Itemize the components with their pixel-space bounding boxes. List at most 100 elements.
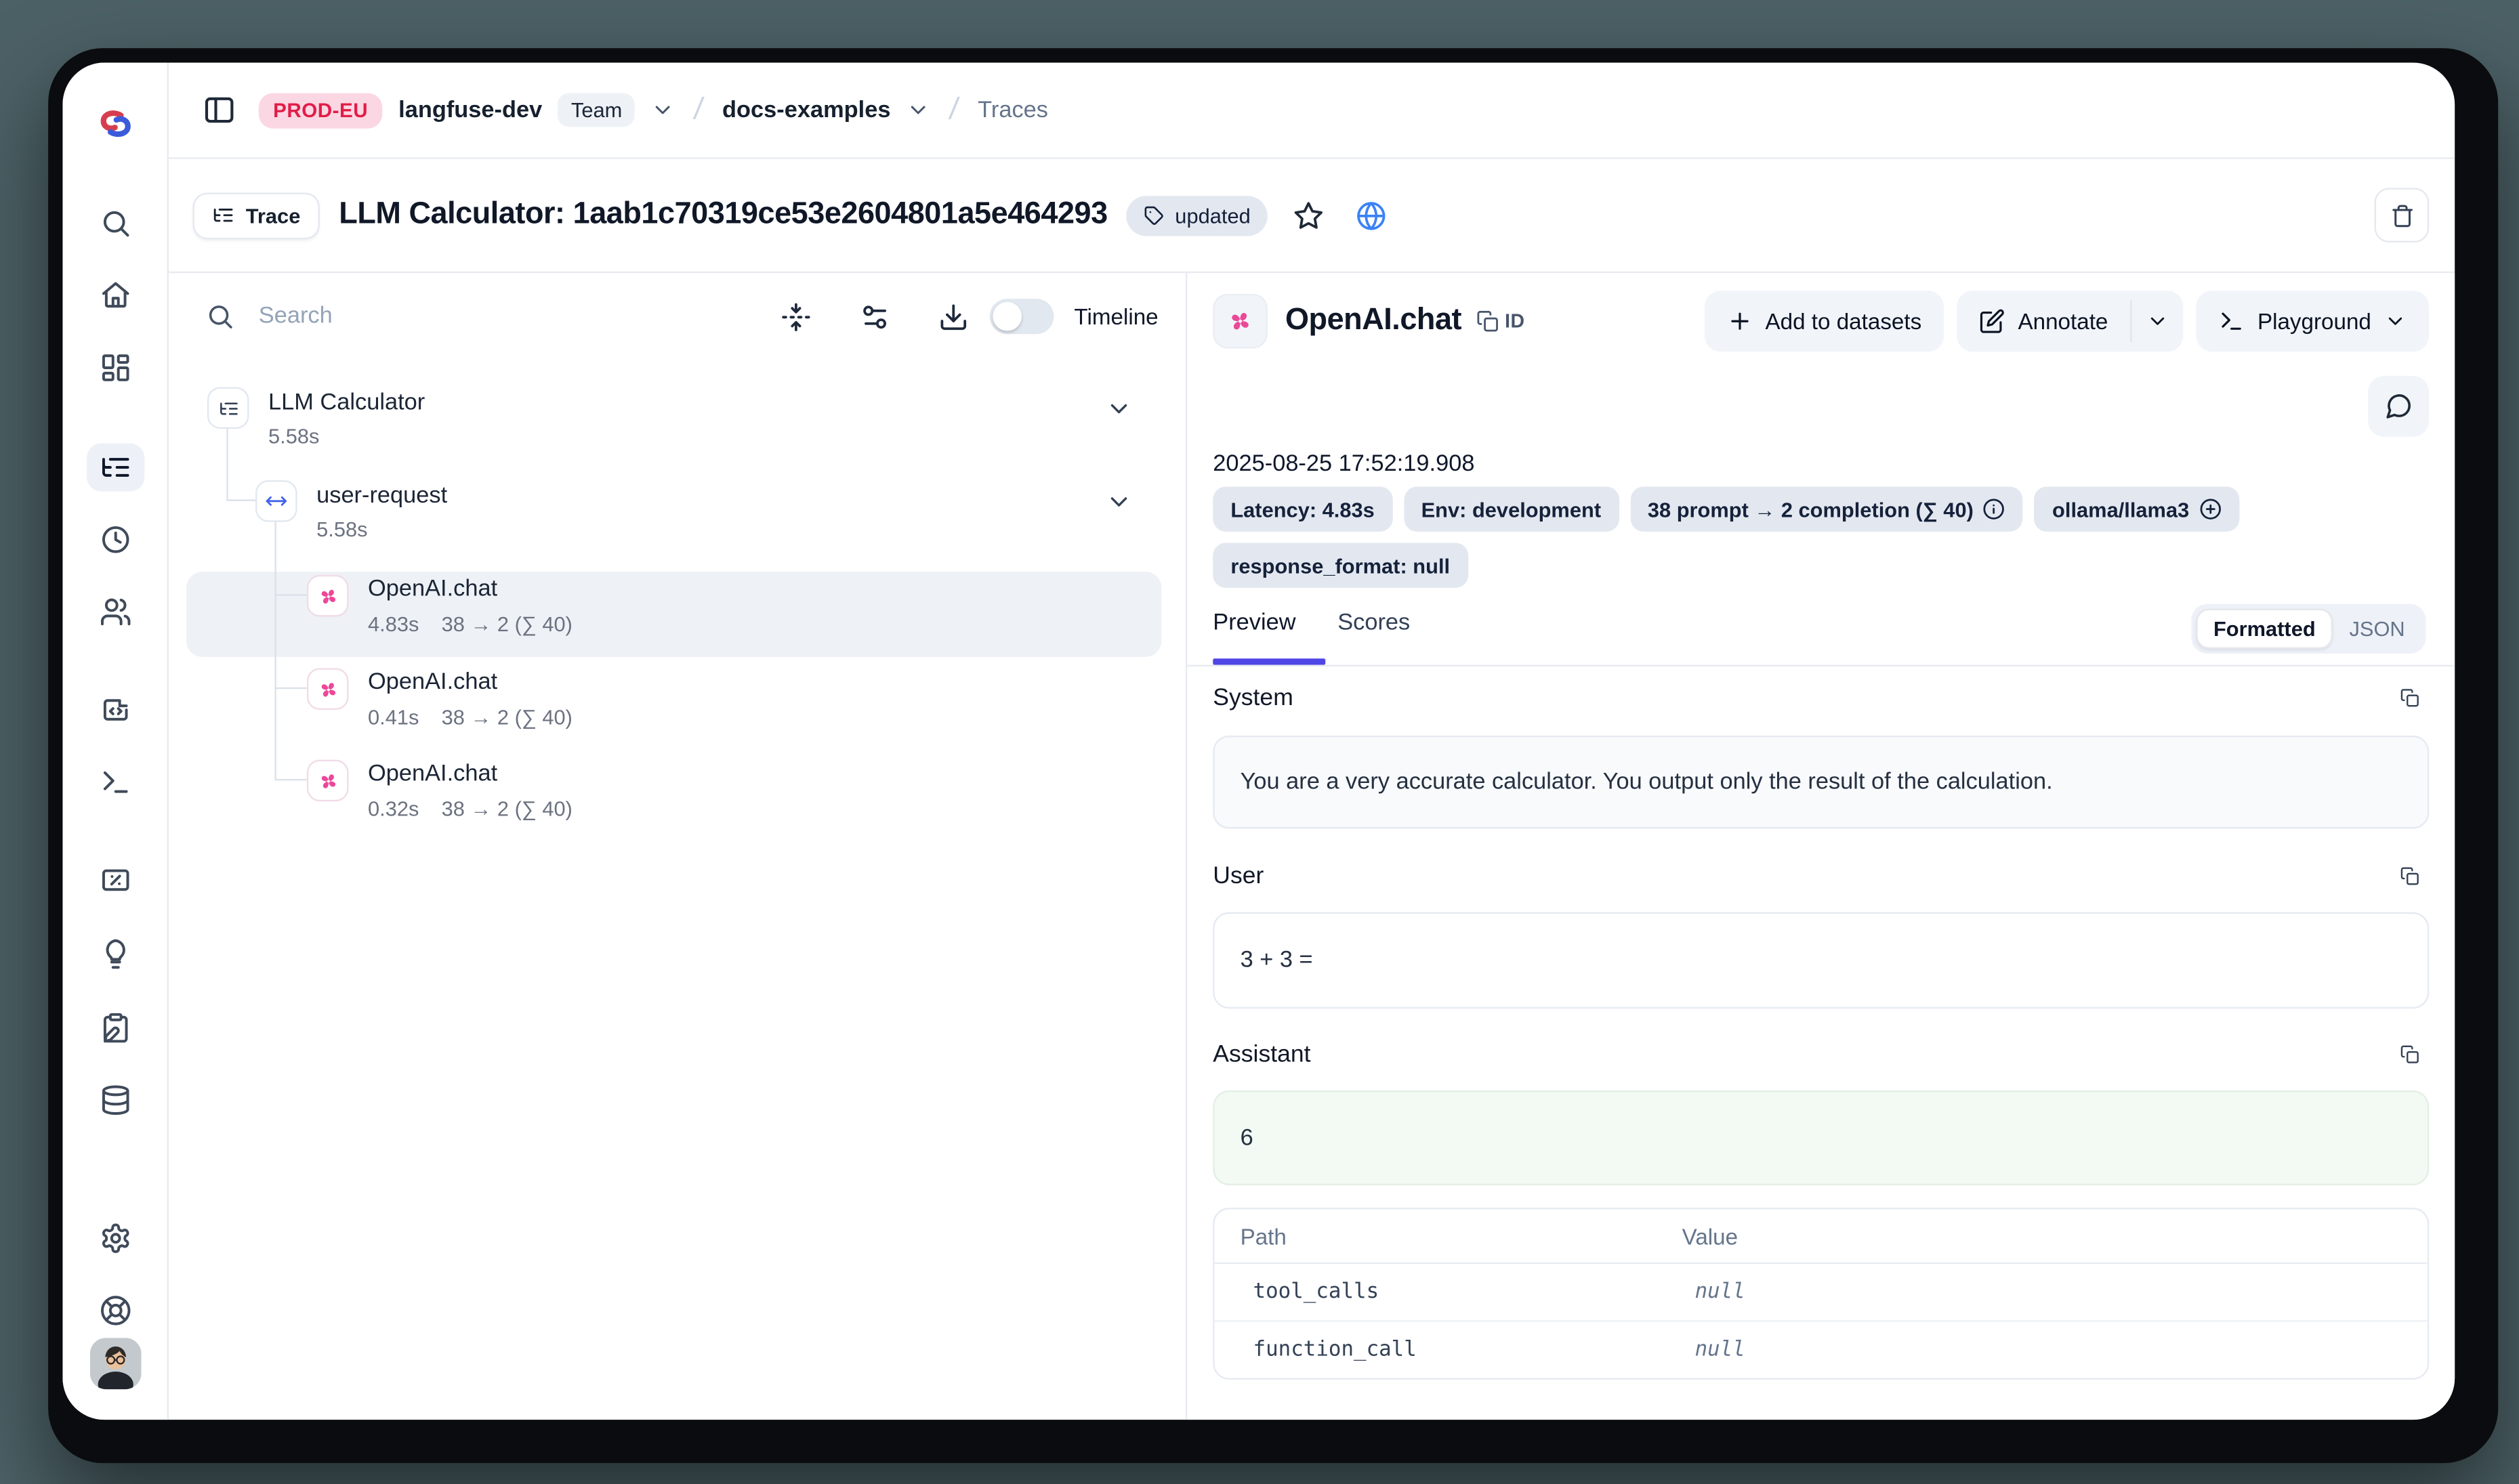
org-type-chip: Team [558, 93, 635, 127]
comments-button[interactable] [2368, 376, 2429, 437]
app-window: PROD-EU langfuse-dev Team / docs-example… [48, 48, 2498, 1463]
panel-left-icon [203, 93, 236, 127]
env-badge: Env: development [1404, 486, 1619, 531]
playground-label: Playground [2257, 308, 2371, 334]
assistant-message-box: 6 [1213, 1090, 2429, 1185]
playground-button[interactable]: Playground [2197, 291, 2429, 352]
table-row: function_call null [1215, 1320, 2428, 1378]
generation-chip [307, 760, 349, 802]
copy-system-button[interactable] [2390, 678, 2429, 717]
env-badge[interactable]: PROD-EU [259, 92, 383, 127]
breadcrumb-section[interactable]: Traces [978, 97, 1048, 123]
trace-title-bar: Trace LLM Calculator: 1aab1c70319ce53e26… [167, 159, 2455, 273]
tree-row-trace[interactable]: LLM Calculator 5.58s [167, 387, 1186, 461]
copy-user-button[interactable] [2390, 856, 2429, 895]
sessions-clock-icon[interactable] [99, 524, 131, 555]
tabs-divider [1187, 665, 2455, 666]
table-header-row: Path Value [1215, 1210, 2428, 1265]
tab-preview[interactable]: Preview [1213, 610, 1295, 636]
copy-icon [2400, 685, 2419, 709]
json-option[interactable]: JSON [2333, 610, 2421, 648]
public-share-button[interactable] [1350, 194, 1394, 237]
system-message-text: You are a very accurate calculator. You … [1241, 769, 2053, 795]
settings-gear-icon[interactable] [99, 1222, 131, 1254]
bookmark-star-button[interactable] [1287, 194, 1331, 237]
formatted-option[interactable]: Formatted [2196, 609, 2333, 649]
chevron-down-icon[interactable] [907, 98, 931, 123]
observation-actions: Add to datasets Annotate [1704, 291, 2429, 352]
tree-item-metrics: 0.41s38 → 2 (∑ 40) [368, 705, 572, 729]
sidebar-toggle-button[interactable] [196, 87, 243, 133]
column-header-path: Path [1215, 1223, 1682, 1249]
tree-row-generation[interactable]: OpenAI.chat 0.41s38 → 2 (∑ 40) [167, 665, 1186, 750]
object-type-chip: Trace [193, 192, 320, 238]
avatar[interactable] [89, 1338, 141, 1389]
token-usage-badge[interactable]: 38 prompt → 2 completion (∑ 40) [1630, 486, 2024, 531]
copy-id-button[interactable]: ID [1476, 310, 1524, 333]
tree-settings-icon[interactable] [859, 301, 890, 332]
arrows-horizontal-icon [265, 490, 287, 512]
langfuse-logo-icon [94, 103, 136, 153]
tree-row-span[interactable]: user-request 5.58s [167, 480, 1186, 554]
comment-bubble-icon [2384, 392, 2413, 421]
tree-item-label: OpenAI.chat [368, 670, 497, 696]
tree-item-metrics: 5.58s [316, 517, 367, 542]
download-icon[interactable] [938, 301, 968, 332]
search-icon [206, 302, 235, 331]
model-badge[interactable]: ollama/llama3 [2035, 486, 2239, 531]
token-usage: 38 → 2 (∑ 40) [442, 797, 572, 821]
section-label-system: System [1213, 684, 1293, 711]
evaluation-percent-icon[interactable] [99, 864, 131, 896]
user-message-box: 3 + 3 = [1213, 912, 2429, 1009]
annotation-clipboard-pen-icon[interactable] [99, 1012, 131, 1044]
tag-chip[interactable]: updated [1127, 195, 1268, 235]
plus-icon [1727, 308, 1753, 334]
system-message-box: You are a very accurate calculator. You … [1213, 736, 2429, 829]
playground-terminal-icon[interactable] [99, 766, 131, 798]
observation-title: OpenAI.chat [1285, 303, 1461, 339]
users-icon[interactable] [99, 596, 131, 628]
collapse-all-icon[interactable] [780, 301, 810, 332]
column-header-value: Value [1682, 1223, 1738, 1249]
add-to-datasets-button[interactable]: Add to datasets [1704, 291, 1944, 352]
list-tree-icon [212, 204, 234, 226]
annotate-split-button: Annotate [1957, 291, 2183, 352]
duration: 0.32s [368, 797, 419, 821]
section-label-user: User [1213, 862, 1264, 889]
copy-assistant-button[interactable] [2390, 1034, 2429, 1073]
dashboard-icon[interactable] [99, 352, 131, 383]
plus-circle-icon [2199, 498, 2222, 520]
search-input[interactable] [255, 302, 759, 331]
chevron-down-icon[interactable] [651, 98, 675, 123]
user-message-text: 3 + 3 = [1241, 948, 1313, 973]
response-format-badge: response_format: null [1213, 543, 1467, 587]
datasets-database-icon[interactable] [99, 1084, 131, 1116]
timeline-toggle[interactable] [989, 299, 1054, 334]
tab-scores[interactable]: Scores [1337, 610, 1410, 636]
annotate-label: Annotate [2018, 308, 2108, 334]
project-name[interactable]: docs-examples [722, 97, 890, 123]
sidebar-item-tracing[interactable] [86, 443, 144, 491]
support-life-buoy-icon[interactable] [99, 1294, 131, 1326]
breadcrumb-separator: / [689, 92, 709, 127]
chevron-down-icon[interactable] [1105, 395, 1132, 422]
copy-icon [1476, 310, 1498, 333]
tree-item-label: user-request [316, 484, 447, 509]
generation-chip [307, 575, 349, 617]
home-icon[interactable] [99, 280, 131, 312]
annotate-button[interactable]: Annotate [1957, 291, 2130, 352]
chevron-down-icon[interactable] [1105, 488, 1132, 515]
duration: 0.41s [368, 705, 419, 729]
observation-timestamp: 2025-08-25 17:52:19.908 [1213, 451, 1474, 477]
copy-icon [2400, 1042, 2419, 1066]
lightbulb-icon[interactable] [99, 938, 131, 970]
prompts-file-code-icon[interactable] [99, 694, 131, 725]
search-icon[interactable] [99, 207, 131, 239]
trace-chip [207, 387, 249, 429]
delete-trace-button[interactable] [2375, 188, 2430, 242]
tree-item-metrics: 4.83s38 → 2 (∑ 40) [368, 612, 572, 636]
tree-row-generation-selected[interactable]: OpenAI.chat 4.83s38 → 2 (∑ 40) [167, 572, 1186, 657]
tree-row-generation[interactable]: OpenAI.chat 0.32s38 → 2 (∑ 40) [167, 757, 1186, 842]
annotate-dropdown-button[interactable] [2132, 291, 2184, 352]
org-name[interactable]: langfuse-dev [398, 97, 542, 123]
